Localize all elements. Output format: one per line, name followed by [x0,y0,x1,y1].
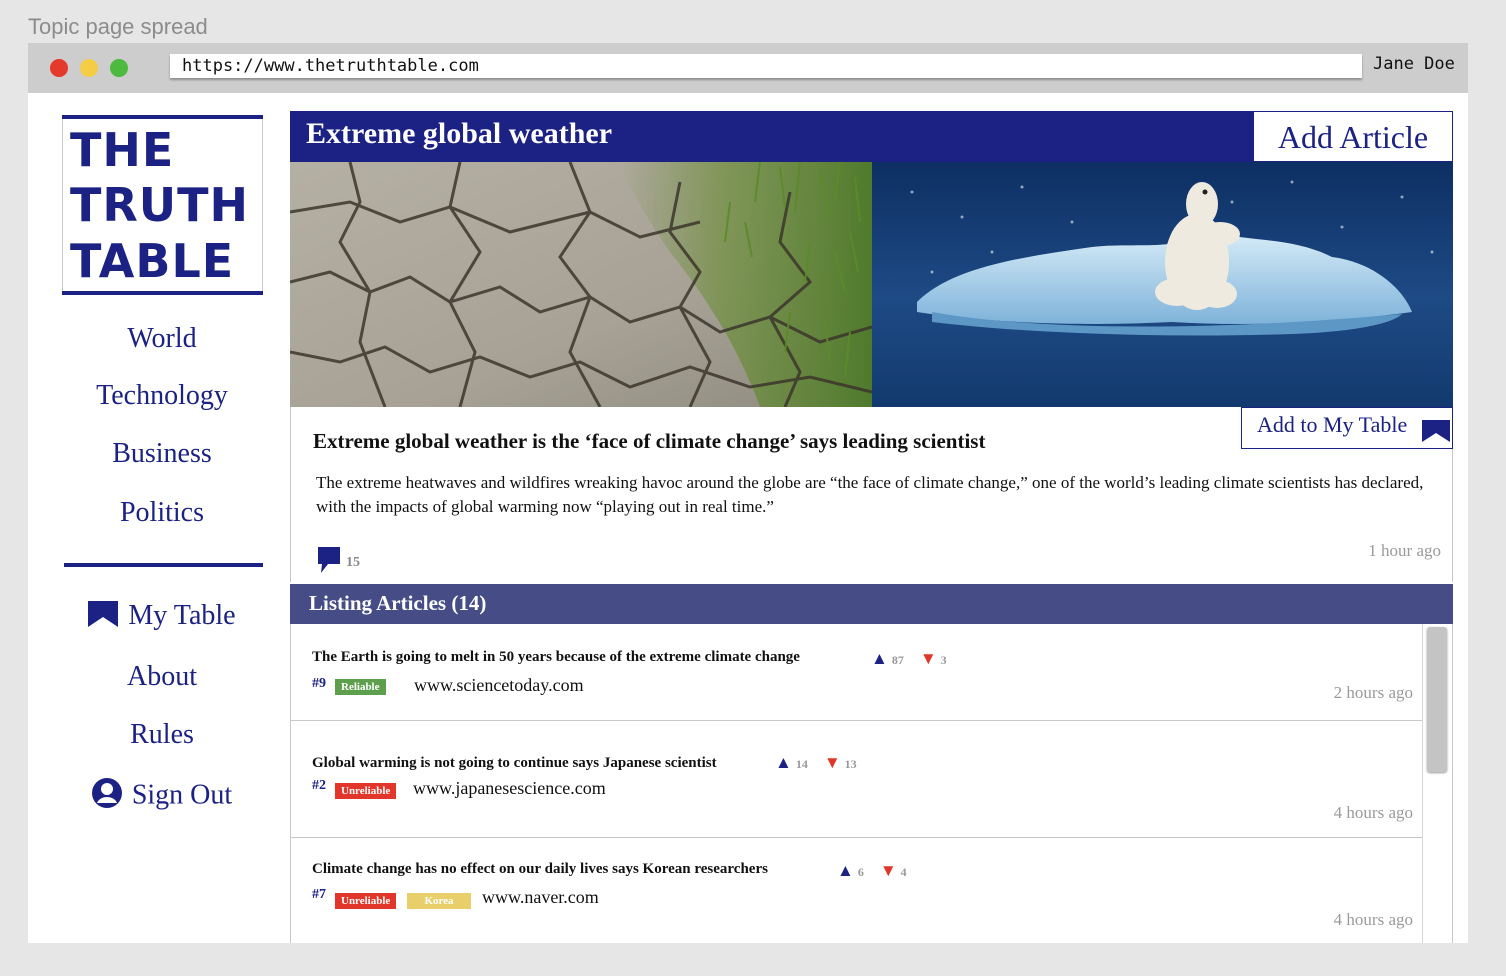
downvote-icon[interactable]: ▼ [920,649,937,668]
minimize-window-icon[interactable] [80,59,98,77]
scrollbar[interactable] [1422,624,1452,943]
upvote-icon[interactable]: ▲ [775,753,792,772]
user-name[interactable]: Jane Doe [1373,54,1455,74]
article-title[interactable]: The Earth is going to melt in 50 years b… [312,649,800,666]
article-timestamp: 2 hours ago [1333,683,1413,702]
upvote-icon[interactable]: ▲ [837,861,854,880]
close-window-icon[interactable] [50,59,68,77]
maximize-window-icon[interactable] [110,59,128,77]
nav-sign-out-label: Sign Out [131,779,233,811]
article-rank: #2 [312,778,326,793]
browser-chrome: https://www.thetruthtable.com Jane Doe [28,43,1468,93]
featured-summary: The extreme heatwaves and wildfires wrea… [316,473,1424,516]
topic-header: Extreme global weather [290,111,1253,162]
nav-politics[interactable]: Politics [62,497,262,529]
article-rank: #7 [312,887,326,902]
downvote-icon[interactable]: ▼ [824,753,841,772]
reliability-badge: Unreliable [335,783,397,799]
listing-header: Listing Articles (14) [290,584,1453,624]
vote-counts: ▲ 14 ▼ 13 [775,753,873,773]
nav-technology[interactable]: Technology [62,380,262,412]
downvote-icon[interactable]: ▼ [880,861,897,880]
browser-window: https://www.thetruthtable.com Jane Doe T… [28,43,1468,943]
article-source[interactable]: www.japanesescience.com [413,778,606,799]
upvote-count: 87 [891,653,904,667]
comment-count-value: 15 [346,555,360,570]
downvote-count: 13 [844,757,857,771]
bookmark-icon [88,600,119,635]
nav-world[interactable]: World [62,323,262,355]
site-logo[interactable]: THE TRUTH TABLE [62,115,263,295]
listing-title: Listing Articles (14) [309,591,487,615]
add-to-my-table-button[interactable]: Add to My Table [1241,407,1453,449]
featured-timestamp: 1 hour ago [1368,541,1441,560]
comment-icon [318,547,340,578]
hero-images [290,162,1453,407]
add-to-my-table-label: Add to My Table [1257,412,1408,437]
polar-bear-image [872,162,1453,407]
nav-about[interactable]: About [62,661,262,693]
downvote-count: 4 [900,865,907,879]
article-timestamp: 4 hours ago [1333,910,1413,929]
add-article-button[interactable]: Add Article [1253,111,1453,162]
nav-business[interactable]: Business [62,438,262,470]
upvote-count: 14 [795,757,808,771]
comment-count[interactable]: 15 [318,547,360,578]
upvote-count: 6 [857,865,864,879]
sidebar-divider [64,563,263,567]
article-timestamp: 4 hours ago [1333,803,1413,822]
nav-rules[interactable]: Rules [62,719,262,751]
list-item[interactable]: The Earth is going to melt in 50 years b… [291,624,1422,721]
upvote-icon[interactable]: ▲ [871,649,888,668]
cracked-earth-image [290,162,872,407]
address-bar[interactable]: https://www.thetruthtable.com [170,54,1362,78]
article-source[interactable]: www.sciencetoday.com [414,675,584,696]
logo-line-1: THE [70,123,175,177]
region-badge: Korea [407,893,471,909]
downvote-count: 3 [940,653,947,667]
article-source[interactable]: www.naver.com [482,887,599,908]
article-title[interactable]: Global warming is not going to continue … [312,755,717,772]
vote-counts: ▲ 6 ▼ 4 [837,861,923,881]
nav-sign-out[interactable]: Sign Out [62,778,262,816]
list-item[interactable]: Climate change has no effect on our dail… [291,837,1422,943]
logo-line-3: TABLE [70,234,235,288]
article-list: The Earth is going to melt in 50 years b… [290,624,1453,943]
featured-headline[interactable]: Extreme global weather is the ‘face of c… [313,429,985,454]
user-avatar-icon [91,778,122,816]
reliability-badge: Reliable [335,679,386,695]
scrollbar-thumb[interactable] [1427,627,1447,772]
featured-article[interactable]: Add to My Table Extreme global weather i… [290,407,1453,582]
nav-my-table-label: My Table [128,600,236,631]
logo-line-2: TRUTH [70,178,250,232]
nav-my-table[interactable]: My Table [62,600,262,635]
bookmark-icon [1422,420,1450,448]
article-rank: #9 [312,676,326,691]
list-item[interactable]: Global warming is not going to continue … [291,720,1422,838]
article-title[interactable]: Climate change has no effect on our dail… [312,861,768,878]
vote-counts: ▲ 87 ▼ 3 [871,649,963,669]
topic-title: Extreme global weather [306,117,613,150]
page-caption: Topic page spread [28,14,208,39]
reliability-badge: Unreliable [335,893,397,909]
